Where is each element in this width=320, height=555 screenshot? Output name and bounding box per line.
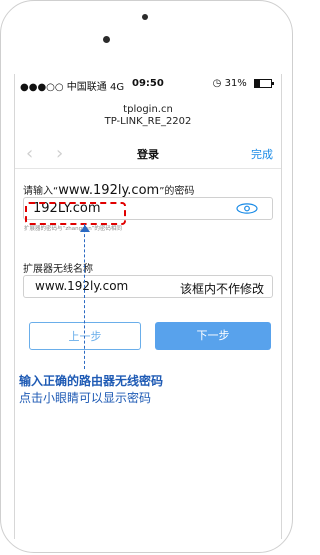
done-button[interactable]: 完成 <box>251 146 273 162</box>
ssid-note: 该框内不作修改 <box>179 282 264 296</box>
camera-dot <box>142 14 148 20</box>
password-hint: 扩展器的密码与“zhangsan”的密码相同 <box>24 226 122 232</box>
status-time: 09:50 <box>132 78 164 89</box>
status-bar: ●●●○○ 中国联通 4G 09:50 ◷ 31% <box>14 74 282 93</box>
password-label-site: www.192ly.com <box>58 183 160 198</box>
nav-bar: ‹ › 登录 完成 <box>14 138 282 169</box>
address-host: tplogin.cn <box>123 104 173 115</box>
ssid-field[interactable]: www.192ly.com 该框内不作修改 <box>23 275 273 298</box>
password-label: 请输入“www.192ly.com”的密码 <box>23 182 194 198</box>
page-title: 登录 <box>137 148 159 161</box>
speaker-dot <box>103 36 110 43</box>
alarm-icon: ◷ <box>212 78 222 89</box>
address-subtitle: TP-LINK_RE_2202 <box>104 116 192 127</box>
phone-mockup: ●●●○○ 中国联通 4G 09:50 ◷ 31% tplogin.cn TP-… <box>0 0 295 555</box>
eye-icon[interactable] <box>236 203 258 214</box>
ssid-value: www.192ly.com <box>35 279 129 293</box>
battery-fill <box>255 79 260 87</box>
annotation-title: 输入正确的路由器无线密码 <box>19 374 164 388</box>
annotation-arrow-head <box>80 225 90 232</box>
eye-outline <box>236 203 258 214</box>
next-button[interactable]: 下一步 <box>155 322 271 350</box>
battery-status: ◷ 31% <box>212 78 274 89</box>
password-highlight-box <box>25 202 126 225</box>
battery-percent: 31% <box>224 78 247 89</box>
annotation-subtitle: 点击小眼睛可以显示密码 <box>19 391 152 405</box>
password-label-prefix: 请输入“ <box>23 186 59 197</box>
ssid-label: 扩展器无线名称 <box>23 264 93 275</box>
password-label-suffix: ”的密码 <box>159 186 195 197</box>
phone-screen: ●●●○○ 中国联通 4G 09:50 ◷ 31% tplogin.cn TP-… <box>14 74 282 539</box>
battery-icon <box>254 78 274 88</box>
annotation-arrow-line <box>84 224 85 369</box>
carrier-label: ●●●○○ 中国联通 4G <box>20 82 125 93</box>
eye-pupil <box>244 205 250 212</box>
prev-button[interactable]: 上一步 <box>29 322 141 350</box>
phone-top <box>0 0 295 72</box>
